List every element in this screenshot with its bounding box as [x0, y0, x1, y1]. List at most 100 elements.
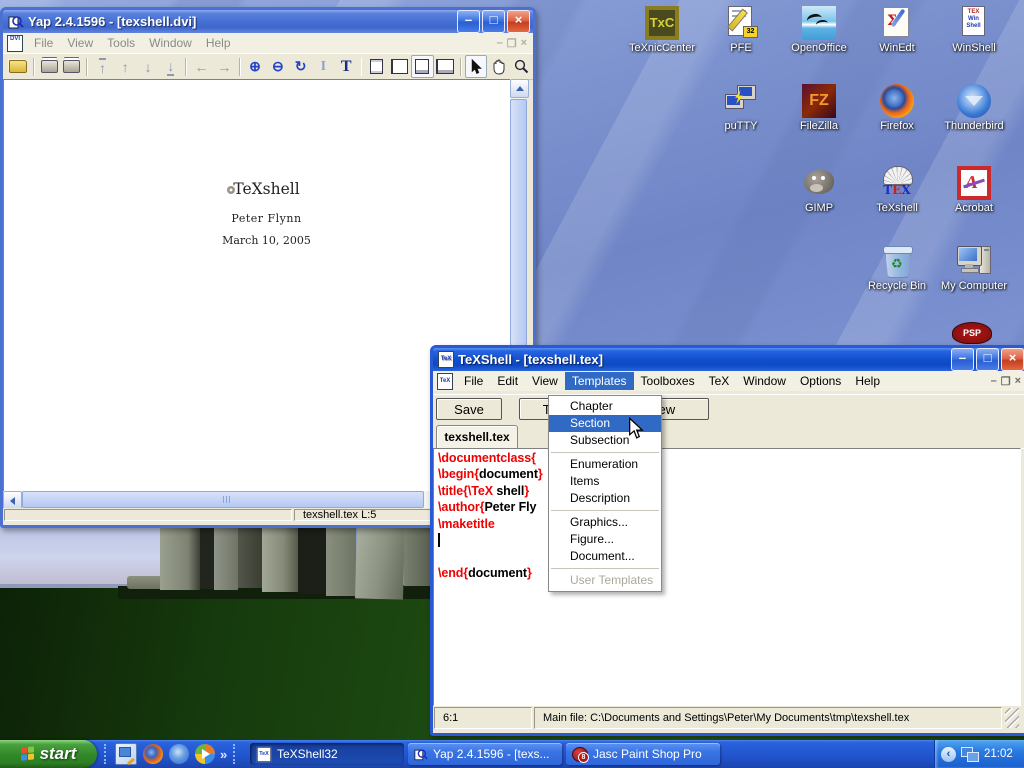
desktop-icon-texniccenter[interactable]: TxC TeXnicCenter	[624, 6, 700, 54]
yap-maximize-button[interactable]: □	[482, 10, 505, 33]
yap-titlebar[interactable]: Yap 2.4.1596 - [texshell.dvi] – □ ×	[3, 10, 533, 33]
mdi-restore-icon[interactable]: ❐	[1001, 375, 1011, 388]
text-mode-button[interactable]: T	[335, 55, 358, 78]
back-button[interactable]: ←	[190, 55, 213, 78]
texshell-maximize-button[interactable]: □	[976, 348, 999, 371]
menu-item-user-templates[interactable]: User Templates	[549, 572, 661, 589]
quicklaunch-more-button[interactable]: »	[220, 747, 227, 762]
text-sweep-button[interactable]: I	[312, 55, 335, 78]
yap-close-button[interactable]: ×	[507, 10, 530, 33]
previous-page-button[interactable]: ↑	[114, 55, 137, 78]
task-button-paintshoppro[interactable]: 8 Jasc Paint Shop Pro	[566, 743, 720, 765]
menu-item-document[interactable]: Document...	[549, 548, 661, 565]
texshell-minimize-button[interactable]: –	[951, 348, 974, 371]
vertical-scroll-thumb[interactable]	[510, 99, 527, 346]
yap-menu-tools[interactable]: Tools	[100, 34, 142, 52]
menu-toolboxes[interactable]: Toolboxes	[634, 372, 702, 390]
menu-templates[interactable]: Templates	[565, 372, 634, 390]
stone-gap	[200, 522, 214, 589]
yap-menu-file[interactable]: File	[27, 34, 60, 52]
texshell-task-icon: TeX	[257, 746, 271, 761]
desktop-icon-filezilla[interactable]: FZ FileZilla	[781, 84, 857, 132]
texshell-close-button[interactable]: ×	[1001, 348, 1024, 371]
menu-tex[interactable]: TeX	[702, 372, 737, 390]
print-button[interactable]	[38, 55, 61, 78]
menu-item-chapter[interactable]: Chapter	[549, 398, 661, 415]
view-single-page-button[interactable]	[365, 55, 388, 78]
desktop-icon-recycle-bin[interactable]: ♻ Recycle Bin	[859, 244, 935, 292]
mdi-minimize-icon[interactable]: –	[991, 375, 997, 388]
yap-mdi-restore-icon[interactable]: ❐	[507, 37, 517, 50]
menu-file[interactable]: File	[457, 372, 490, 390]
open-folder-icon	[9, 60, 27, 73]
yap-menu-window[interactable]: Window	[142, 34, 199, 52]
menu-item-enumeration[interactable]: Enumeration	[549, 456, 661, 473]
view-continuous-facing-button[interactable]	[434, 55, 457, 78]
task-button-yap[interactable]: Yap 2.4.1596 - [texs...	[408, 743, 562, 765]
desktop-icon-my-computer[interactable]: My Computer	[936, 244, 1012, 292]
text-mode-icon: T	[341, 58, 352, 76]
resize-grip[interactable]	[1005, 708, 1019, 728]
magnifier-tool-button[interactable]	[510, 55, 533, 78]
select-tool-button[interactable]	[465, 55, 488, 78]
code-editor[interactable]: \documentclass{ \begin{document} \title{…	[433, 448, 1021, 706]
yap-menu-view[interactable]: View	[60, 34, 100, 52]
desktop-icon-winshell[interactable]: TEXWinShell WinShell	[936, 6, 1012, 54]
menu-window[interactable]: Window	[736, 372, 793, 390]
desktop-icon-pfe[interactable]: 32 PFE	[703, 6, 779, 54]
first-page-button[interactable]: ↑	[91, 55, 114, 78]
network-tray-icon[interactable]	[961, 746, 979, 762]
stone-pillar	[262, 522, 298, 592]
texshell-titlebar[interactable]: TeX TeXShell - [texshell.tex] – □ ×	[433, 348, 1024, 371]
media-player-quicklaunch-icon[interactable]	[195, 744, 215, 764]
yap-menu-help[interactable]: Help	[199, 34, 238, 52]
task-button-texshell[interactable]: TeX TeXShell32	[250, 743, 404, 765]
last-page-button[interactable]: ↓	[160, 55, 183, 78]
show-desktop-icon[interactable]	[115, 743, 137, 765]
yap-mdi-minimize-icon[interactable]: –	[497, 37, 503, 50]
menu-item-description[interactable]: Description	[549, 490, 661, 507]
menu-item-section[interactable]: Section	[549, 415, 661, 432]
menu-help[interactable]: Help	[848, 372, 887, 390]
desktop-icon-firefox[interactable]: Firefox	[859, 84, 935, 132]
desktop-icon-gimp[interactable]: GIMP	[781, 166, 857, 214]
refresh-button[interactable]: ↻	[289, 55, 312, 78]
desktop-icon-acrobat[interactable]: A Acrobat	[936, 166, 1012, 214]
desktop-icon-openoffice[interactable]: OpenOffice	[781, 6, 857, 54]
desktop-icon-winedt[interactable]: Σ WinEdt	[859, 6, 935, 54]
menu-item-items[interactable]: Items	[549, 473, 661, 490]
thunderbird-quicklaunch-icon[interactable]	[169, 744, 189, 764]
firefox-icon	[880, 84, 914, 118]
desktop-icon-thunderbird[interactable]: Thunderbird	[936, 84, 1012, 132]
horizontal-scroll-thumb[interactable]	[22, 491, 424, 508]
menu-item-figure[interactable]: Figure...	[549, 531, 661, 548]
save-button[interactable]: Save	[436, 398, 502, 420]
menu-item-graphics[interactable]: Graphics...	[549, 514, 661, 531]
texniccenter-icon: TxC	[645, 6, 679, 40]
scroll-up-button[interactable]	[510, 79, 529, 98]
view-continuous-button[interactable]	[411, 55, 434, 78]
hand-tool-button[interactable]	[487, 55, 510, 78]
menu-options[interactable]: Options	[793, 372, 848, 390]
open-button[interactable]	[7, 55, 30, 78]
start-button[interactable]: start	[0, 740, 97, 768]
desktop-icon-putty[interactable]: puTTY	[703, 84, 779, 132]
desktop-icon-texshell[interactable]: TEX TeXshell	[859, 166, 935, 214]
code-line: \documentclass{	[438, 450, 1020, 466]
tray-collapse-chevron[interactable]: ‹	[941, 747, 956, 762]
print-setup-button[interactable]	[60, 55, 83, 78]
menu-edit[interactable]: Edit	[490, 372, 525, 390]
yap-minimize-button[interactable]: –	[457, 10, 480, 33]
forward-button[interactable]: →	[213, 55, 236, 78]
menu-item-subsection[interactable]: Subsection	[549, 432, 661, 449]
view-facing-pages-button[interactable]	[388, 55, 411, 78]
yap-mdi-close-icon[interactable]: ×	[521, 37, 527, 50]
zoom-out-button[interactable]: ⊖	[266, 55, 289, 78]
mdi-close-icon[interactable]: ×	[1015, 375, 1021, 388]
paint-shop-pro-icon[interactable]: PSP	[952, 322, 992, 344]
firefox-quicklaunch-icon[interactable]	[143, 744, 163, 764]
zoom-in-button[interactable]: ⊕	[244, 55, 267, 78]
menu-view[interactable]: View	[525, 372, 565, 390]
tab-texshell-tex[interactable]: texshell.tex	[436, 425, 518, 448]
next-page-button[interactable]: ↓	[137, 55, 160, 78]
